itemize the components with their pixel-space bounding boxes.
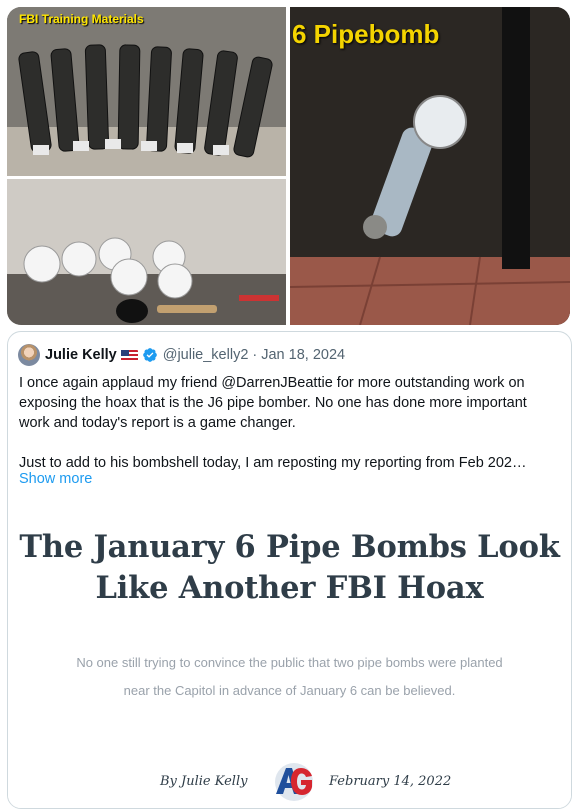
verified-badge-icon[interactable] bbox=[142, 347, 158, 363]
photo-label-training: FBI Training Materials bbox=[19, 12, 144, 26]
avatar[interactable] bbox=[18, 344, 40, 366]
quoted-tweet-text: I once again applaud my friend @DarrenJB… bbox=[19, 373, 560, 473]
quoted-tweet-header: Julie Kelly @julie_kelly2 · Jan 18, 2024 bbox=[18, 344, 345, 366]
pipebomb-scene-illustration bbox=[290, 7, 570, 325]
article-title: The January 6 Pipe Bombs Look Like Anoth… bbox=[19, 529, 560, 606]
byline-author: By Julie Kelly bbox=[160, 774, 248, 789]
tweet-paragraph-truncated: Just to add to his bombshell today, I am… bbox=[19, 455, 527, 471]
author-name[interactable]: Julie Kelly bbox=[45, 347, 117, 363]
photo-pipe-bomb-scene[interactable]: 6 Pipebomb bbox=[290, 7, 570, 325]
byline-date: February 14, 2022 bbox=[329, 774, 452, 789]
tweet-date[interactable]: Jan 18, 2024 bbox=[261, 347, 345, 363]
photo-timers[interactable] bbox=[7, 179, 286, 325]
pipes-illustration bbox=[7, 7, 286, 176]
header-separator: · bbox=[252, 347, 258, 363]
article-byline: By Julie Kelly February 14, 2022 bbox=[8, 762, 571, 802]
photo-pipe-bombs-training[interactable]: FBI Training Materials bbox=[7, 7, 286, 176]
us-flag-icon bbox=[120, 349, 138, 361]
show-more-link[interactable]: Show more bbox=[19, 471, 92, 487]
tweet-paragraph: I once again applaud my friend @DarrenJB… bbox=[19, 375, 527, 431]
timers-illustration bbox=[7, 179, 286, 325]
author-handle[interactable]: @julie_kelly2 bbox=[163, 347, 249, 363]
american-greatness-logo bbox=[275, 763, 313, 801]
article-preview[interactable]: The January 6 Pipe Bombs Look Like Anoth… bbox=[8, 502, 571, 808]
media-grid[interactable]: FBI Training Materials 6 Pipebomb bbox=[7, 7, 570, 325]
article-subtitle: No one still trying to convince the publ… bbox=[76, 655, 503, 698]
quoted-tweet-card[interactable]: Julie Kelly @julie_kelly2 · Jan 18, 2024… bbox=[7, 331, 572, 809]
photo-label-pipebomb: 6 Pipebomb bbox=[292, 19, 440, 49]
